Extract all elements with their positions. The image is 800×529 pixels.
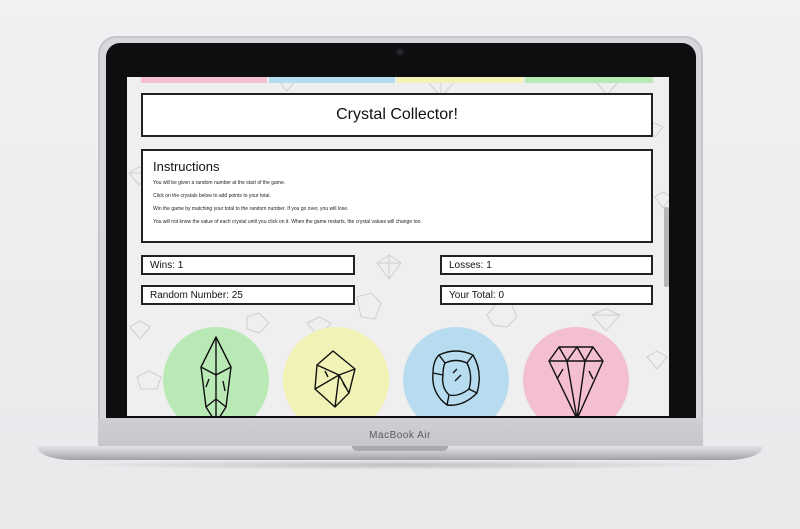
- top-color-strip-4: [525, 77, 653, 83]
- laptop-notch: [352, 446, 448, 451]
- crystal-prism-icon: [200, 336, 232, 416]
- random-number-display: Random Number: 25: [141, 285, 355, 305]
- game-page: Crystal Collector! Instructions You will…: [127, 77, 669, 416]
- instruction-line: You will be given a random number at the…: [153, 180, 286, 186]
- crystal-button-4[interactable]: [523, 327, 629, 416]
- instruction-line: You will not know the value of each crys…: [153, 219, 422, 225]
- crystal-button-3[interactable]: [403, 327, 509, 416]
- wins-counter: Wins: 1: [141, 255, 355, 275]
- title-panel: Crystal Collector!: [141, 93, 653, 137]
- instructions-panel: Instructions You will be given a random …: [141, 149, 653, 243]
- crystal-cushion-icon: [432, 350, 480, 406]
- top-color-strip-3: [397, 77, 523, 83]
- crystal-octahedron-icon: [314, 350, 356, 408]
- losses-counter: Losses: 1: [440, 255, 653, 275]
- your-total-display: Your Total: 0: [440, 285, 653, 305]
- top-color-strip-1: [141, 77, 267, 83]
- page-title: Crystal Collector!: [336, 106, 458, 123]
- top-color-strip-2: [269, 77, 395, 83]
- scrollbar[interactable]: [664, 207, 669, 287]
- laptop-brand-label: MacBook Air: [369, 430, 431, 441]
- instruction-line: Win the game by matching your total to t…: [153, 206, 349, 212]
- laptop-shadow: [60, 460, 740, 470]
- camera-icon: [396, 48, 404, 56]
- instruction-line: Click on the crystals below to add point…: [153, 193, 271, 199]
- instructions-heading: Instructions: [153, 159, 220, 174]
- crystal-button-1[interactable]: [163, 327, 269, 416]
- crystal-gem-icon: [548, 346, 604, 416]
- crystal-button-2[interactable]: [283, 327, 389, 416]
